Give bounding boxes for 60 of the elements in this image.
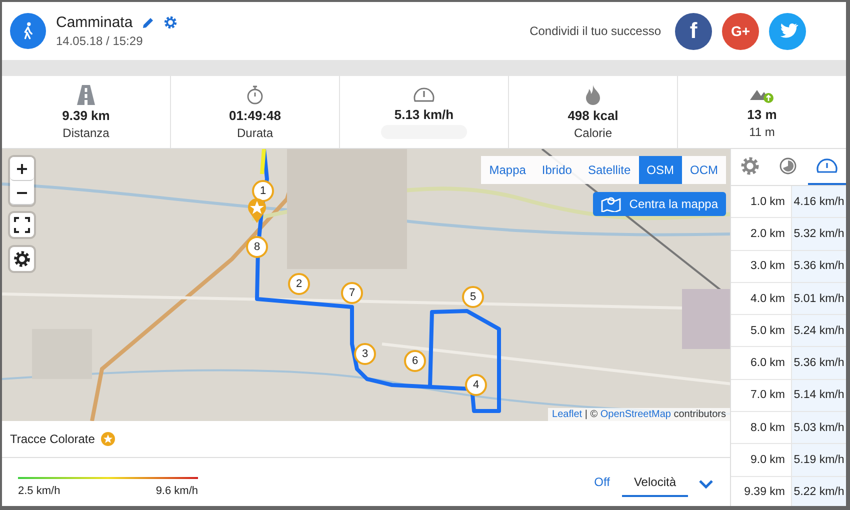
walking-icon (10, 13, 46, 49)
google-plus-button[interactable]: G+ (722, 12, 759, 50)
center-map-button[interactable]: Centra la mappa (593, 192, 726, 216)
stat-label: Durata (236, 126, 274, 140)
stat-value: 498 kcal (568, 108, 618, 122)
table-cell: 5.22 km/h (792, 476, 846, 506)
table-cell: 5.19 km/h (792, 444, 846, 476)
attribution-text: | © (584, 409, 598, 420)
activity-date: 14.05.18 / 15:29 (56, 34, 144, 48)
settings-button[interactable] (10, 247, 34, 271)
scale-max-label: 9.6 km/h (156, 484, 198, 496)
star-marker[interactable] (247, 197, 267, 223)
road-icon (77, 84, 95, 104)
map-layer-tab[interactable]: Satellite (580, 156, 639, 184)
pie-chart-icon (779, 157, 798, 175)
table-cell: 5.36 km/h (792, 250, 846, 282)
plus-icon (16, 162, 28, 174)
activity-title: Camminata (56, 14, 133, 31)
map-layer-tab[interactable]: Ibrido (534, 156, 580, 184)
stopwatch-icon (246, 84, 264, 104)
fullscreen-icon (14, 217, 30, 233)
chevron-down-icon[interactable] (698, 478, 714, 488)
table-cell: 5.24 km/h (792, 315, 846, 346)
attribution-text: contributors (674, 409, 726, 420)
stat-value: 9.39 km (62, 108, 110, 122)
stat-value: 01:49:48 (228, 108, 282, 122)
stat-label: 11 m (749, 124, 775, 138)
share-label: Condividi il tuo successo (530, 24, 661, 38)
scale-min-label: 2.5 km/h (18, 484, 60, 496)
settings-icon (740, 156, 760, 176)
table-cell: 5.36 km/h (792, 347, 846, 379)
leaflet-link[interactable]: Leaflet (552, 409, 582, 420)
openstreetmap-link[interactable]: OpenStreetMap (600, 409, 671, 420)
speedometer-icon (816, 158, 838, 174)
table-cell: 5.03 km/h (792, 412, 846, 444)
table-cell: 4.16 km/h (792, 186, 846, 218)
facebook-button[interactable]: f (675, 12, 712, 50)
map-pin-icon (601, 196, 622, 212)
stat-label: Calorie (574, 126, 612, 140)
settings-icon (13, 250, 31, 268)
table-cell: 5.14 km/h (792, 380, 846, 412)
map-layer-tab[interactable]: OCM (682, 156, 726, 184)
flame-icon (585, 84, 601, 104)
settings-icon[interactable] (162, 15, 178, 30)
stat-label: Distanza (62, 126, 110, 140)
table-cell: 5.32 km/h (792, 218, 846, 250)
edit-icon[interactable] (140, 16, 155, 30)
stat-value: 5.13 km/h (394, 106, 454, 122)
table-cell: 5.01 km/h (792, 282, 846, 314)
star-icon (100, 432, 115, 446)
track-option-tab[interactable]: Velocità (622, 470, 688, 496)
track-option-tab[interactable]: Off (592, 470, 612, 496)
fullscreen-button[interactable] (10, 213, 34, 237)
section-title: Tracce Colorate (10, 432, 95, 446)
speedometer-icon (413, 86, 435, 104)
zoom-in-button[interactable] (10, 157, 34, 181)
twitter-button[interactable] (769, 12, 806, 50)
stat-value: 13 m (747, 106, 777, 122)
map-layer-tab[interactable]: Mappa (481, 156, 534, 184)
map-layer-tab[interactable]: OSM (638, 156, 682, 184)
